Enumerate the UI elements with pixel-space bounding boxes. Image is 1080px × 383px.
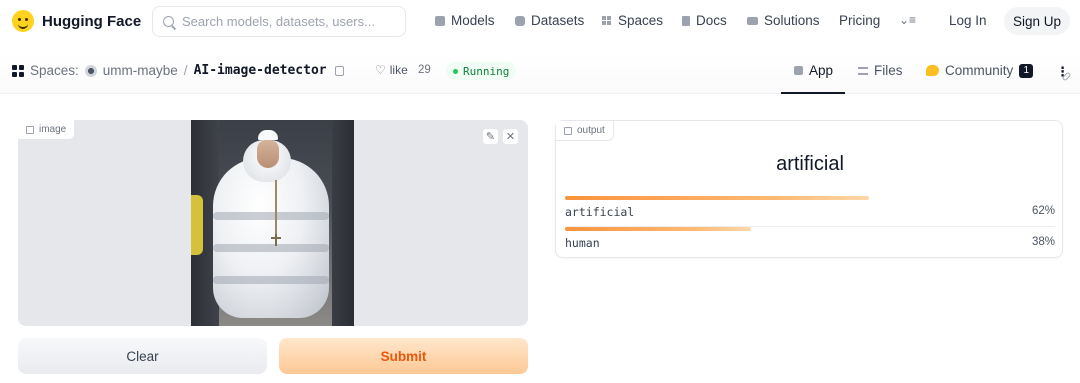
- briefcase-icon: [747, 16, 758, 25]
- chart-icon: [564, 126, 572, 135]
- confidence-label: artificial: [565, 205, 635, 219]
- clear-button[interactable]: Clear: [18, 338, 267, 374]
- community-icon: [926, 65, 939, 76]
- tab-files[interactable]: Files: [858, 63, 903, 78]
- clear-image-button[interactable]: ✕: [502, 128, 519, 145]
- confidence-row: artificial 62%: [565, 196, 1055, 219]
- tab-label: Community: [945, 63, 1014, 78]
- cube-icon: [435, 15, 445, 26]
- app-icon: [794, 66, 803, 75]
- tab-community[interactable]: Community 1: [926, 63, 1034, 78]
- output-label: output: [556, 121, 614, 141]
- search-input[interactable]: [182, 14, 392, 29]
- nav-item-label: Spaces: [618, 13, 664, 28]
- hugging-face-logo-icon: [12, 10, 34, 32]
- nav-item-models[interactable]: Models: [435, 13, 495, 28]
- database-icon: [515, 15, 525, 26]
- brand-name: Hugging Face: [42, 12, 142, 30]
- breadcrumb: Spaces: umm-maybe / AI-image-detector: [12, 63, 344, 78]
- brand-link[interactable]: Hugging Face: [12, 10, 141, 32]
- nav-item-label: Datasets: [531, 13, 585, 28]
- pencil-icon: ✎: [485, 131, 496, 143]
- nav-item-label: Solutions: [764, 13, 820, 28]
- more-menu-icon[interactable]: ⌄≡: [899, 13, 916, 27]
- tab-label: App: [809, 63, 834, 78]
- nav-item-docs[interactable]: Docs: [682, 13, 727, 28]
- login-link[interactable]: Log In: [949, 13, 987, 28]
- breadcrumb-separator: /: [183, 63, 188, 78]
- tab-label: Files: [874, 63, 903, 78]
- output-label-text: output: [577, 125, 605, 136]
- image-input-panel[interactable]: image ✎ ✕: [18, 120, 528, 326]
- image-label-text: image: [39, 124, 67, 135]
- output-panel: output artificial artificial 62% human 3…: [555, 120, 1063, 258]
- image-icon: [26, 125, 34, 134]
- search-icon: [163, 16, 174, 27]
- confidence-label: human: [565, 236, 600, 250]
- nav-item-label: Docs: [696, 13, 727, 28]
- nav-item-pricing[interactable]: Pricing: [839, 13, 880, 28]
- confidence-value: 38%: [1031, 236, 1055, 248]
- breadcrumb-repo[interactable]: AI-image-detector: [194, 63, 327, 78]
- like-button[interactable]: ♡ like: [375, 63, 408, 77]
- tab-app[interactable]: App: [794, 63, 833, 78]
- community-count-badge: 1: [1019, 63, 1034, 78]
- breadcrumb-section: Spaces:: [30, 63, 79, 78]
- submit-button[interactable]: Submit: [279, 338, 528, 374]
- grid-icon: [602, 15, 612, 26]
- user-avatar-icon: [84, 64, 97, 77]
- status-dot-icon: [453, 68, 458, 74]
- uploaded-image: [191, 120, 354, 326]
- top-navigation: Hugging Face Models Datasets Spaces Docs…: [0, 0, 1080, 44]
- status-badge: Running: [446, 62, 517, 80]
- nav-item-solutions[interactable]: Solutions: [747, 13, 820, 28]
- search-box[interactable]: [152, 6, 406, 37]
- edit-image-button[interactable]: ✎: [482, 128, 499, 145]
- status-text: Running: [463, 64, 510, 78]
- nav-item-label: Pricing: [839, 13, 881, 28]
- nav-item-spaces[interactable]: Spaces: [602, 13, 663, 28]
- confidence-bar: [565, 227, 752, 231]
- heart-icon: ♡: [375, 63, 386, 77]
- active-tab-indicator: [781, 92, 845, 94]
- confidence-bar: [565, 196, 869, 200]
- copy-icon[interactable]: [334, 65, 344, 76]
- spaces-grid-icon: [12, 64, 24, 77]
- like-count[interactable]: 29: [418, 64, 431, 76]
- like-label: like: [389, 63, 408, 77]
- predicted-label: artificial: [776, 153, 844, 175]
- confidence-row: human 38%: [565, 227, 1055, 250]
- book-icon: [682, 15, 690, 26]
- close-icon: ✕: [505, 131, 516, 143]
- image-label: image: [18, 120, 76, 140]
- nav-item-datasets[interactable]: Datasets: [515, 13, 584, 28]
- files-icon: [858, 66, 868, 75]
- signup-button[interactable]: Sign Up: [1004, 7, 1070, 35]
- breadcrumb-owner[interactable]: umm-maybe: [103, 63, 178, 78]
- nav-item-label: Models: [451, 13, 495, 28]
- confidence-value: 62%: [1031, 205, 1055, 217]
